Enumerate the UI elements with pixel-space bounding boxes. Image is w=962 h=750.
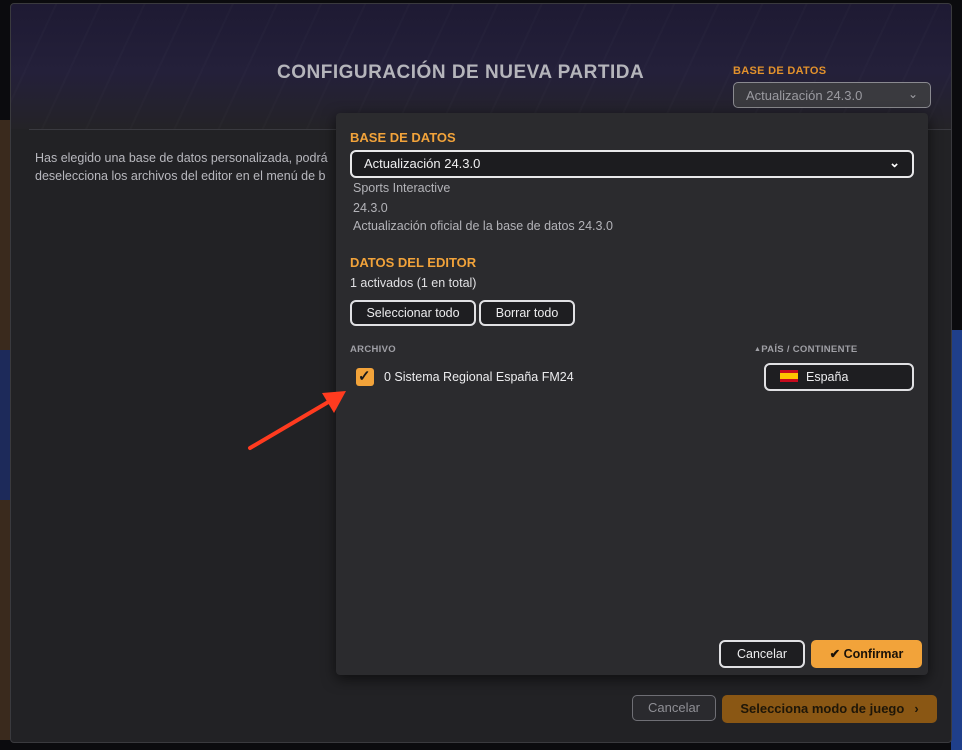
- database-dropdown-value: Actualización 24.3.0: [746, 88, 863, 103]
- database-label: BASE DE DATOS: [733, 65, 827, 77]
- country-column-header[interactable]: ▲PAÍS / CONTINENTE: [754, 344, 857, 355]
- chevron-right-icon: ›: [914, 701, 919, 716]
- database-dropdown[interactable]: Actualización 24.3.0 ⌄: [733, 82, 931, 108]
- chevron-down-icon: ⌄: [907, 87, 918, 101]
- intro-text-line: deselecciona los archivos del editor en …: [35, 169, 326, 183]
- select-all-button[interactable]: Seleccionar todo: [350, 300, 476, 326]
- file-checkbox[interactable]: ✓: [356, 368, 374, 386]
- intro-text: Has elegido una base de datos personaliz…: [35, 149, 335, 189]
- clear-all-button[interactable]: Borrar todo: [479, 300, 575, 326]
- cancel-button[interactable]: Cancelar: [632, 695, 716, 721]
- table-row: ✓ 0 Sistema Regional España FM24 España: [350, 363, 914, 393]
- background-edge-right: [951, 330, 962, 750]
- editor-section-title: DATOS DEL EDITOR: [350, 255, 477, 270]
- confirm-label: Confirmar: [843, 647, 904, 661]
- country-name: España: [806, 370, 849, 384]
- check-icon: ✓: [358, 368, 371, 385]
- file-column-header[interactable]: ARCHIVO: [350, 344, 396, 355]
- database-section-title: BASE DE DATOS: [350, 130, 456, 145]
- database-description: Actualización oficial de la base de dato…: [353, 219, 613, 233]
- check-icon: ✔: [829, 647, 841, 661]
- country-column-label: PAÍS / CONTINENTE: [761, 344, 858, 355]
- database-editor-dialog: BASE DE DATOS Actualización 24.3.0 ⌄ Spo…: [336, 113, 928, 675]
- database-author: Sports Interactive: [353, 181, 451, 195]
- intro-text-line: Has elegido una base de datos personaliz…: [35, 151, 328, 165]
- select-game-mode-button[interactable]: Selecciona modo de juego ›: [722, 695, 937, 723]
- spain-flag-icon: [780, 370, 798, 382]
- select-game-mode-label: Selecciona modo de juego: [740, 701, 905, 716]
- page-title: CONFIGURACIÓN DE NUEVA PARTIDA: [277, 62, 645, 83]
- database-select-value: Actualización 24.3.0: [364, 156, 481, 171]
- annotation-arrow-icon: [248, 391, 346, 450]
- chevron-down-icon: ⌄: [889, 155, 900, 170]
- background-edge-left-blue: [0, 350, 10, 500]
- database-version: 24.3.0: [353, 201, 388, 215]
- file-name: 0 Sistema Regional España FM24: [384, 370, 574, 384]
- country-button[interactable]: España: [764, 363, 914, 391]
- confirm-button[interactable]: ✔ Confirmar: [811, 640, 922, 668]
- activated-count: 1 activados (1 en total): [350, 276, 477, 290]
- database-select[interactable]: Actualización 24.3.0 ⌄: [350, 150, 914, 178]
- dialog-cancel-button[interactable]: Cancelar: [719, 640, 805, 668]
